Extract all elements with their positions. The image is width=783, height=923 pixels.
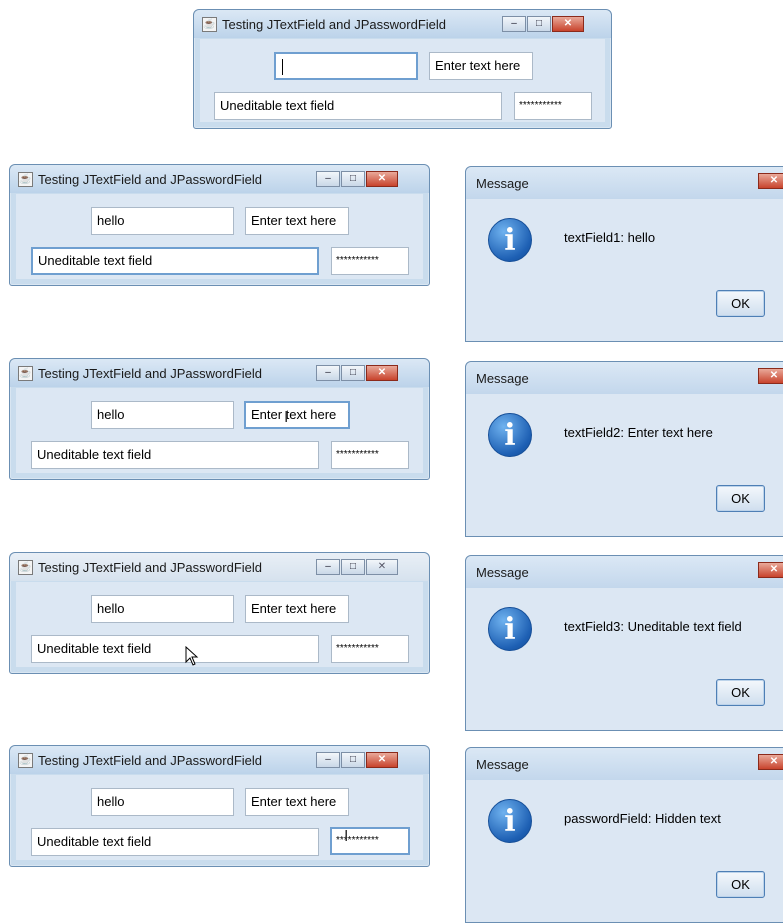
close-button[interactable]: ✕ — [758, 368, 783, 384]
dialog-title: Message — [476, 371, 529, 386]
window-title: Testing JTextField and JPasswordField — [222, 17, 446, 32]
information-icon: i — [488, 799, 532, 843]
message-dialog-4: Message ✕ i passwordField: Hidden text O… — [465, 747, 783, 923]
text-field-3[interactable]: Uneditable text field — [31, 441, 319, 469]
text-cursor-icon: I — [284, 409, 289, 426]
main-window-step2: ☕ Testing JTextField and JPasswordField … — [9, 358, 430, 480]
text-field-3[interactable]: Uneditable text field — [31, 635, 319, 663]
close-button[interactable]: ✕ — [366, 171, 398, 187]
maximize-button[interactable]: □ — [527, 16, 551, 32]
message-dialog-3: Message ✕ i textField3: Uneditable text … — [465, 555, 783, 731]
title-bar[interactable]: ☕ Testing JTextField and JPasswordField … — [194, 10, 611, 38]
ok-button[interactable]: OK — [716, 485, 765, 512]
title-bar[interactable]: ☕ Testing JTextField and JPasswordField … — [10, 359, 429, 387]
window-controls: – □ ✕ — [501, 16, 584, 33]
message-text: textField3: Uneditable text field — [564, 619, 742, 634]
information-icon: i — [488, 218, 532, 262]
text-field-2[interactable]: Enter text here — [244, 401, 350, 429]
text-field-3[interactable]: Uneditable text field — [31, 247, 319, 275]
password-field[interactable]: *********** — [331, 635, 409, 663]
java-icon: ☕ — [18, 172, 33, 187]
ok-button[interactable]: OK — [716, 871, 765, 898]
text-field-1[interactable]: hello — [91, 401, 234, 429]
java-icon: ☕ — [202, 17, 217, 32]
window-title: Testing JTextField and JPasswordField — [38, 172, 262, 187]
close-button[interactable]: ✕ — [366, 559, 398, 575]
text-field-2[interactable]: Enter text here — [245, 207, 349, 235]
close-button[interactable]: ✕ — [366, 365, 398, 381]
title-bar[interactable]: ☕ Testing JTextField and JPasswordField … — [10, 553, 429, 581]
minimize-button[interactable]: – — [502, 16, 526, 32]
text-field-2[interactable]: Enter text here — [245, 595, 349, 623]
close-button[interactable]: ✕ — [552, 16, 584, 32]
dialog-title-bar[interactable]: Message ✕ — [466, 362, 783, 394]
window-controls: – □ ✕ — [315, 365, 398, 382]
ok-button[interactable]: OK — [716, 290, 765, 317]
window-content: hello Enter text here Uneditable text fi… — [16, 388, 423, 473]
maximize-button[interactable]: □ — [341, 752, 365, 768]
text-field-3[interactable]: Uneditable text field — [214, 92, 502, 120]
dialog-title-bar[interactable]: Message ✕ — [466, 167, 783, 199]
password-field[interactable]: *********** — [330, 827, 410, 855]
information-icon: i — [488, 607, 532, 651]
text-field-2[interactable]: Enter text here — [429, 52, 533, 80]
main-window-step1: ☕ Testing JTextField and JPasswordField … — [9, 164, 430, 286]
window-content: hello Enter text here Uneditable text fi… — [16, 582, 423, 667]
dialog-title-bar[interactable]: Message ✕ — [466, 556, 783, 588]
maximize-button[interactable]: □ — [341, 365, 365, 381]
title-bar[interactable]: ☕ Testing JTextField and JPasswordField … — [10, 746, 429, 774]
window-content: hello Enter text here Uneditable text fi… — [16, 775, 423, 860]
close-button[interactable]: ✕ — [758, 754, 783, 770]
java-icon: ☕ — [18, 753, 33, 768]
close-button[interactable]: ✕ — [366, 752, 398, 768]
text-field-1[interactable] — [274, 52, 418, 80]
message-dialog-1: Message ✕ i textField1: hello OK — [465, 166, 783, 342]
text-field-1[interactable]: hello — [91, 595, 234, 623]
title-bar[interactable]: ☕ Testing JTextField and JPasswordField … — [10, 165, 429, 193]
message-text: passwordField: Hidden text — [564, 811, 721, 826]
java-icon: ☕ — [18, 366, 33, 381]
java-icon: ☕ — [18, 560, 33, 575]
close-button[interactable]: ✕ — [758, 173, 783, 189]
window-controls: – □ ✕ — [315, 559, 398, 576]
ok-button[interactable]: OK — [716, 679, 765, 706]
message-text: textField1: hello — [564, 230, 656, 245]
window-controls: – □ ✕ — [315, 752, 398, 769]
minimize-button[interactable]: – — [316, 171, 340, 187]
maximize-button[interactable]: □ — [341, 171, 365, 187]
text-field-2[interactable]: Enter text here — [245, 788, 349, 816]
window-title: Testing JTextField and JPasswordField — [38, 753, 262, 768]
message-dialog-2: Message ✕ i textField2: Enter text here … — [465, 361, 783, 537]
password-field[interactable]: *********** — [331, 441, 409, 469]
window-content: hello Enter text here Uneditable text fi… — [16, 194, 423, 279]
minimize-button[interactable]: – — [316, 365, 340, 381]
dialog-title: Message — [476, 176, 529, 191]
message-text: textField2: Enter text here — [564, 425, 713, 440]
dialog-title: Message — [476, 757, 529, 772]
text-field-3[interactable]: Uneditable text field — [31, 828, 319, 856]
arrow-pointer-icon — [185, 646, 199, 666]
information-icon: i — [488, 413, 532, 457]
maximize-button[interactable]: □ — [341, 559, 365, 575]
minimize-button[interactable]: – — [316, 752, 340, 768]
password-field[interactable]: *********** — [331, 247, 409, 275]
main-window-initial: ☕ Testing JTextField and JPasswordField … — [193, 9, 612, 129]
dialog-title-bar[interactable]: Message ✕ — [466, 748, 783, 780]
window-controls: – □ ✕ — [315, 171, 398, 188]
window-content: Enter text here Uneditable text field **… — [200, 39, 605, 122]
text-caret — [282, 59, 283, 75]
password-field[interactable]: *********** — [514, 92, 592, 120]
dialog-title: Message — [476, 565, 529, 580]
window-title: Testing JTextField and JPasswordField — [38, 560, 262, 575]
window-title: Testing JTextField and JPasswordField — [38, 366, 262, 381]
close-button[interactable]: ✕ — [758, 562, 783, 578]
minimize-button[interactable]: – — [316, 559, 340, 575]
text-field-1[interactable]: hello — [91, 788, 234, 816]
text-field-1[interactable]: hello — [91, 207, 234, 235]
text-cursor-icon: I — [344, 828, 349, 845]
main-window-step3: ☕ Testing JTextField and JPasswordField … — [9, 552, 430, 674]
main-window-step4: ☕ Testing JTextField and JPasswordField … — [9, 745, 430, 867]
